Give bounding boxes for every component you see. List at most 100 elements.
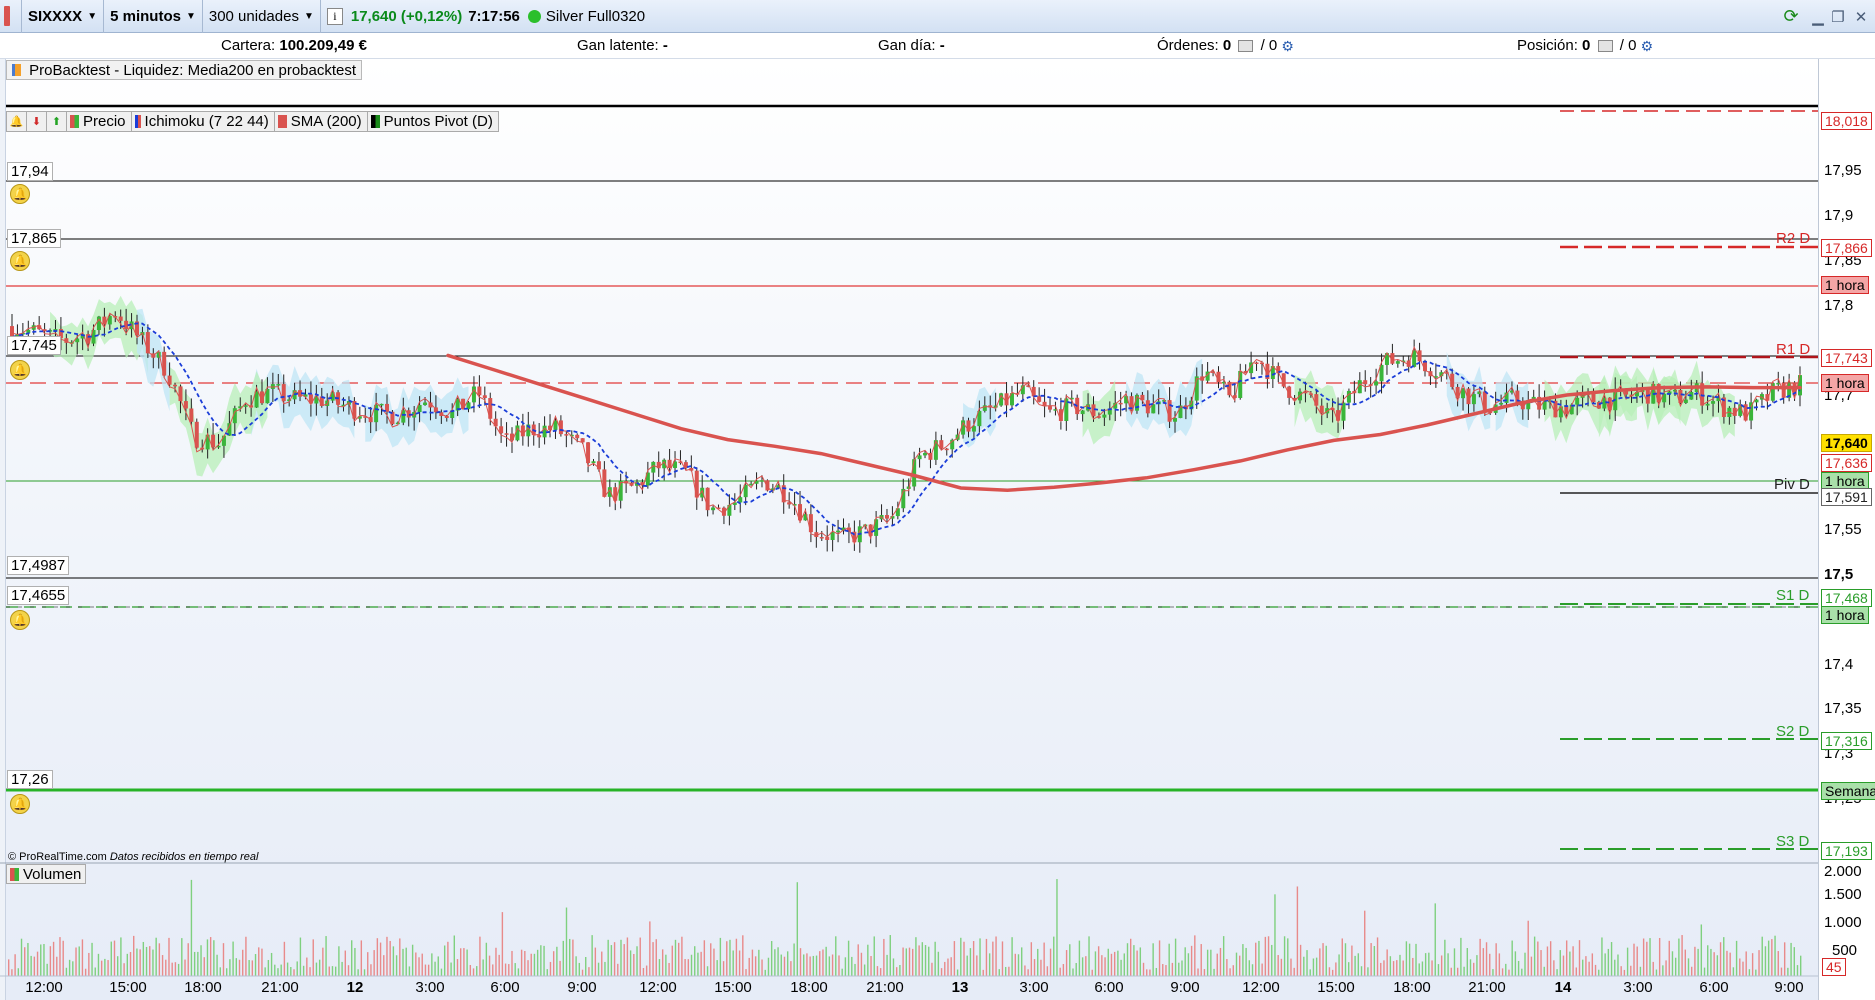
alert-bell-icon[interactable]: 🔔 <box>7 112 27 131</box>
volume-bar <box>905 948 908 976</box>
volume-bar <box>171 962 173 976</box>
x-tick-label: 9:00 <box>567 979 597 996</box>
volume-bar <box>1434 903 1436 976</box>
y-tick-label: 17,8 <box>1824 297 1854 314</box>
sync-icon[interactable]: ⟳ <box>1779 0 1803 33</box>
alert-price-tag[interactable]: 17,94 <box>7 162 53 181</box>
volume-bar <box>1383 960 1385 976</box>
volume-bar <box>1290 958 1292 976</box>
volume-bar <box>200 945 202 976</box>
ticker-selector[interactable]: SIXXXX ▼ <box>22 0 105 33</box>
y-tick-label: 17,35 <box>1824 700 1862 717</box>
candle-up <box>1238 370 1243 399</box>
legend-pivot[interactable]: Puntos Pivot (D) <box>368 112 498 131</box>
volume-bar <box>1133 945 1135 976</box>
legend-ichimoku[interactable]: Ichimoku (7 22 44) <box>132 112 275 131</box>
legend-precio[interactable]: Precio <box>67 112 132 131</box>
volume-bar <box>594 947 597 976</box>
volume-bar <box>280 964 282 976</box>
volume-bar <box>1424 953 1427 976</box>
volume-bar <box>1168 943 1170 976</box>
bell-icon[interactable]: 🔔 <box>10 610 30 630</box>
volume-bar <box>825 946 827 976</box>
positions-list-icon[interactable] <box>1597 40 1613 53</box>
bell-icon[interactable]: 🔔 <box>10 794 30 814</box>
volume-bar <box>1069 944 1071 976</box>
volume-bar <box>1155 967 1158 976</box>
bell-icon[interactable]: 🔔 <box>10 360 30 380</box>
volume-bar <box>786 951 789 976</box>
volume-bar <box>145 946 148 976</box>
alert-price-tag[interactable]: 17,865 <box>7 229 61 248</box>
volume-bar <box>722 961 725 976</box>
volume-bar <box>155 937 157 976</box>
volume-bar <box>1495 943 1497 976</box>
alert-price-tag[interactable]: 17,745 <box>7 336 61 355</box>
volume-bar <box>1380 962 1382 976</box>
volume-bar <box>248 960 250 976</box>
volume-bar <box>928 946 930 976</box>
right-label-r2: 17,866 <box>1821 239 1872 257</box>
volume-bar <box>1607 948 1610 976</box>
bell-icon[interactable]: 🔔 <box>10 184 30 204</box>
volume-bar <box>59 937 61 976</box>
sell-arrow-icon[interactable]: ⬇ <box>27 112 47 131</box>
alert-price-tag[interactable]: 17,26 <box>7 770 53 789</box>
window-menu-icon[interactable] <box>0 0 22 33</box>
volume-bar <box>283 941 286 976</box>
alert-price-tag[interactable]: 17,4655 <box>7 586 70 605</box>
candle-down <box>1363 380 1368 385</box>
volume-bar <box>1636 946 1638 976</box>
backtest-label[interactable]: ProBacktest - Liquidez: Media200 en prob… <box>6 60 363 80</box>
volume-bar <box>1386 949 1388 976</box>
volume-bar <box>1322 943 1324 976</box>
posicion: Posición: 0 / 0 ⚙ <box>1517 37 1653 55</box>
volume-bar <box>1511 940 1513 976</box>
info-icon[interactable]: i <box>326 7 343 25</box>
volume-bar <box>1274 894 1276 976</box>
timeframe-label: 5 minutos <box>110 7 181 25</box>
positions-settings-gear-icon[interactable]: ⚙ <box>1641 38 1654 55</box>
volume-bar <box>1713 952 1715 976</box>
volume-bar <box>443 945 446 976</box>
volume-bar <box>408 966 411 976</box>
copyright-text: © ProRealTime.com Datos recibidos en tie… <box>8 851 258 863</box>
buy-arrow-icon[interactable]: ⬆ <box>47 112 67 131</box>
volume-bar <box>623 944 625 976</box>
pivot-label-s1: S1 D <box>1776 587 1810 604</box>
volume-bar <box>1469 959 1472 976</box>
volume-bar <box>485 942 488 976</box>
volume-bar <box>466 949 468 976</box>
units-selector[interactable]: 300 unidades ▼ <box>203 0 321 33</box>
volume-bar <box>334 966 337 976</box>
volume-bar <box>1703 967 1706 976</box>
orders-list-icon[interactable] <box>1238 40 1254 53</box>
volume-bar <box>1037 948 1039 976</box>
volume-bar <box>1251 964 1254 976</box>
volume-bar <box>360 940 363 976</box>
x-tick-label: 15:00 <box>1317 979 1355 996</box>
volume-bar <box>184 959 186 976</box>
x-tick-label: 18:00 <box>790 979 828 996</box>
volume-bar <box>639 937 641 976</box>
x-tick-label: 9:00 <box>1774 979 1804 996</box>
posicion-label: Posición: <box>1517 37 1578 54</box>
pivot-label-r1: R1 D <box>1776 341 1811 358</box>
restore-icon[interactable]: ❐ <box>1826 0 1850 33</box>
volume-legend[interactable]: Volumen <box>6 864 87 884</box>
close-icon[interactable]: ✕ <box>1849 0 1873 33</box>
alert-price-tag[interactable]: 17,4987 <box>7 556 70 575</box>
volume-bar <box>876 966 879 976</box>
candle-down <box>189 408 194 422</box>
volume-bar <box>129 952 132 976</box>
orders-settings-gear-icon[interactable]: ⚙ <box>1281 38 1294 55</box>
x-tick-label: 12:00 <box>1242 979 1280 996</box>
price-chart-canvas[interactable] <box>0 59 1875 1000</box>
legend-sma[interactable]: SMA (200) <box>275 112 368 131</box>
volume-bar <box>1649 938 1651 976</box>
volume-bar <box>94 967 96 976</box>
volume-bar <box>1537 941 1539 976</box>
bell-icon[interactable]: 🔔 <box>10 251 30 271</box>
volume-bar <box>1482 948 1485 976</box>
timeframe-selector[interactable]: 5 minutos ▼ <box>104 0 203 33</box>
